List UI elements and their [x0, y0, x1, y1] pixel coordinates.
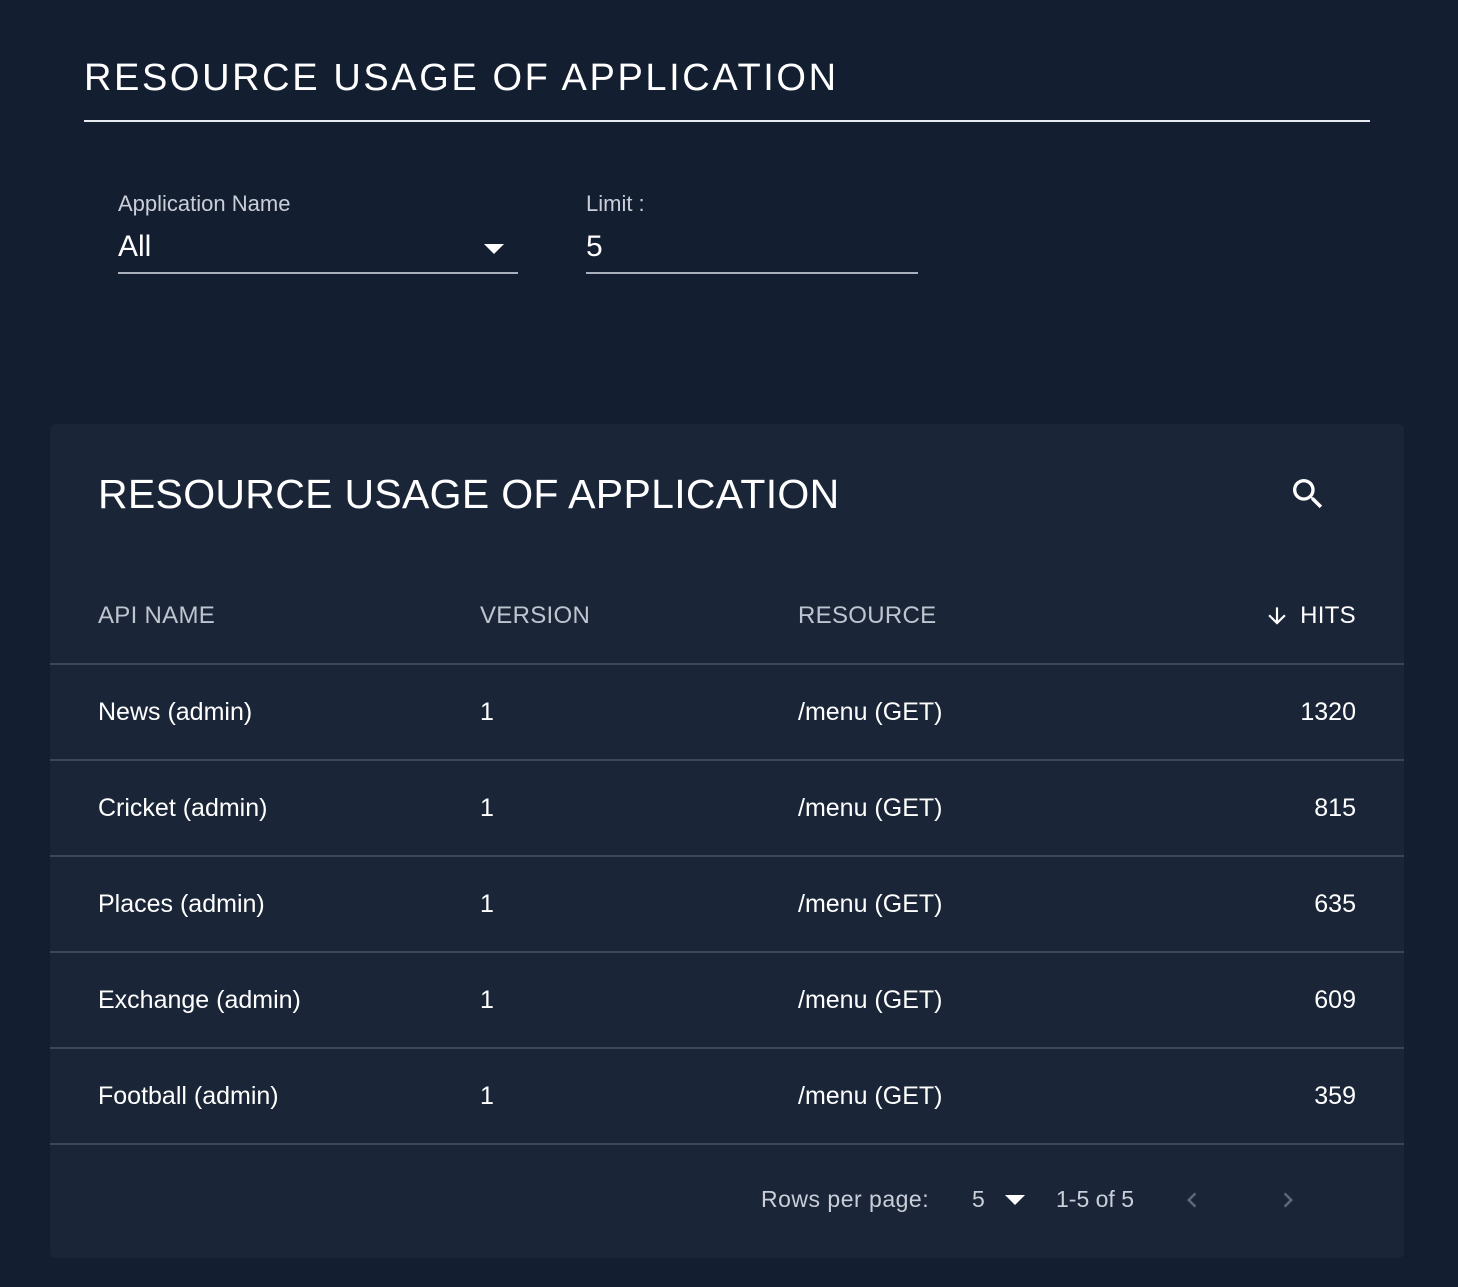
table-row[interactable]: News (admin) 1 /menu (GET) 1320 — [50, 665, 1404, 761]
resource-cell: /menu (GET) — [798, 698, 943, 726]
api-name-cell: Exchange (admin) — [98, 986, 301, 1014]
application-name-control[interactable]: All — [118, 230, 518, 274]
api-name-cell: Football (admin) — [98, 1082, 279, 1110]
hits-cell: 1320 — [1300, 698, 1356, 726]
resource-cell: /menu (GET) — [798, 794, 943, 822]
application-name-select[interactable]: Application Name All — [118, 190, 518, 274]
column-header-api-name[interactable]: API NAME — [98, 568, 215, 663]
column-header-hits[interactable]: HITS — [1264, 568, 1356, 663]
limit-input[interactable]: 5 — [586, 230, 918, 274]
column-header-hits-label: HITS — [1300, 601, 1356, 629]
hits-cell: 609 — [1314, 986, 1356, 1014]
search-icon — [1293, 479, 1323, 509]
version-cell: 1 — [480, 698, 494, 726]
pagination-range: 1-5 of 5 — [1056, 1186, 1134, 1212]
hits-cell: 359 — [1314, 1082, 1356, 1110]
table-row[interactable]: Exchange (admin) 1 /menu (GET) 609 — [50, 953, 1404, 1049]
rows-per-page-label: Rows per page: — [761, 1186, 930, 1212]
api-name-cell: Cricket (admin) — [98, 794, 268, 822]
chevron-down-icon — [1004, 1194, 1025, 1205]
table-header-row: API NAME VERSION RESOURCE HITS — [50, 568, 1404, 665]
resource-usage-card: RESOURCE USAGE OF APPLICATION API NAME V… — [50, 424, 1404, 1258]
api-name-cell: Places (admin) — [98, 890, 265, 918]
version-cell: 1 — [480, 794, 494, 822]
version-cell: 1 — [480, 986, 494, 1014]
resource-cell: /menu (GET) — [798, 1082, 943, 1110]
page-header: RESOURCE USAGE OF APPLICATION — [84, 56, 1370, 122]
table-row[interactable]: Cricket (admin) 1 /menu (GET) 815 — [50, 761, 1404, 857]
limit-value: 5 — [586, 230, 603, 263]
rows-per-page-select[interactable]: 5 — [972, 1186, 1025, 1213]
previous-page-button[interactable] — [1176, 1182, 1208, 1218]
chevron-left-icon — [1187, 1192, 1197, 1208]
version-cell: 1 — [480, 1082, 494, 1110]
resource-cell: /menu (GET) — [798, 986, 943, 1014]
page-title: RESOURCE USAGE OF APPLICATION — [84, 57, 839, 99]
version-cell: 1 — [480, 890, 494, 918]
table-pagination: Rows per page: 5 1-5 of 5 — [50, 1160, 1404, 1240]
table-row[interactable]: Football (admin) 1 /menu (GET) 359 — [50, 1049, 1404, 1145]
next-page-button[interactable] — [1272, 1182, 1304, 1218]
search-button[interactable] — [1286, 472, 1330, 516]
limit-field[interactable]: Limit : 5 — [586, 190, 918, 274]
hits-cell: 635 — [1314, 890, 1356, 918]
card-title: RESOURCE USAGE OF APPLICATION — [98, 471, 840, 517]
table-row[interactable]: Places (admin) 1 /menu (GET) 635 — [50, 857, 1404, 953]
limit-label: Limit : — [586, 191, 645, 216]
api-name-cell: News (admin) — [98, 698, 253, 726]
chevron-right-icon — [1283, 1192, 1293, 1208]
rows-per-page-value: 5 — [972, 1186, 985, 1212]
arrow-down-icon — [1264, 603, 1290, 629]
resource-cell: /menu (GET) — [798, 890, 943, 918]
column-header-resource[interactable]: RESOURCE — [798, 568, 936, 663]
application-name-label: Application Name — [118, 191, 291, 216]
column-header-version[interactable]: VERSION — [480, 568, 590, 663]
hits-cell: 815 — [1314, 794, 1356, 822]
resource-usage-table: API NAME VERSION RESOURCE HITS News (adm… — [50, 568, 1404, 1145]
application-name-value: All — [118, 230, 152, 263]
dropdown-caret-icon[interactable] — [484, 244, 504, 254]
